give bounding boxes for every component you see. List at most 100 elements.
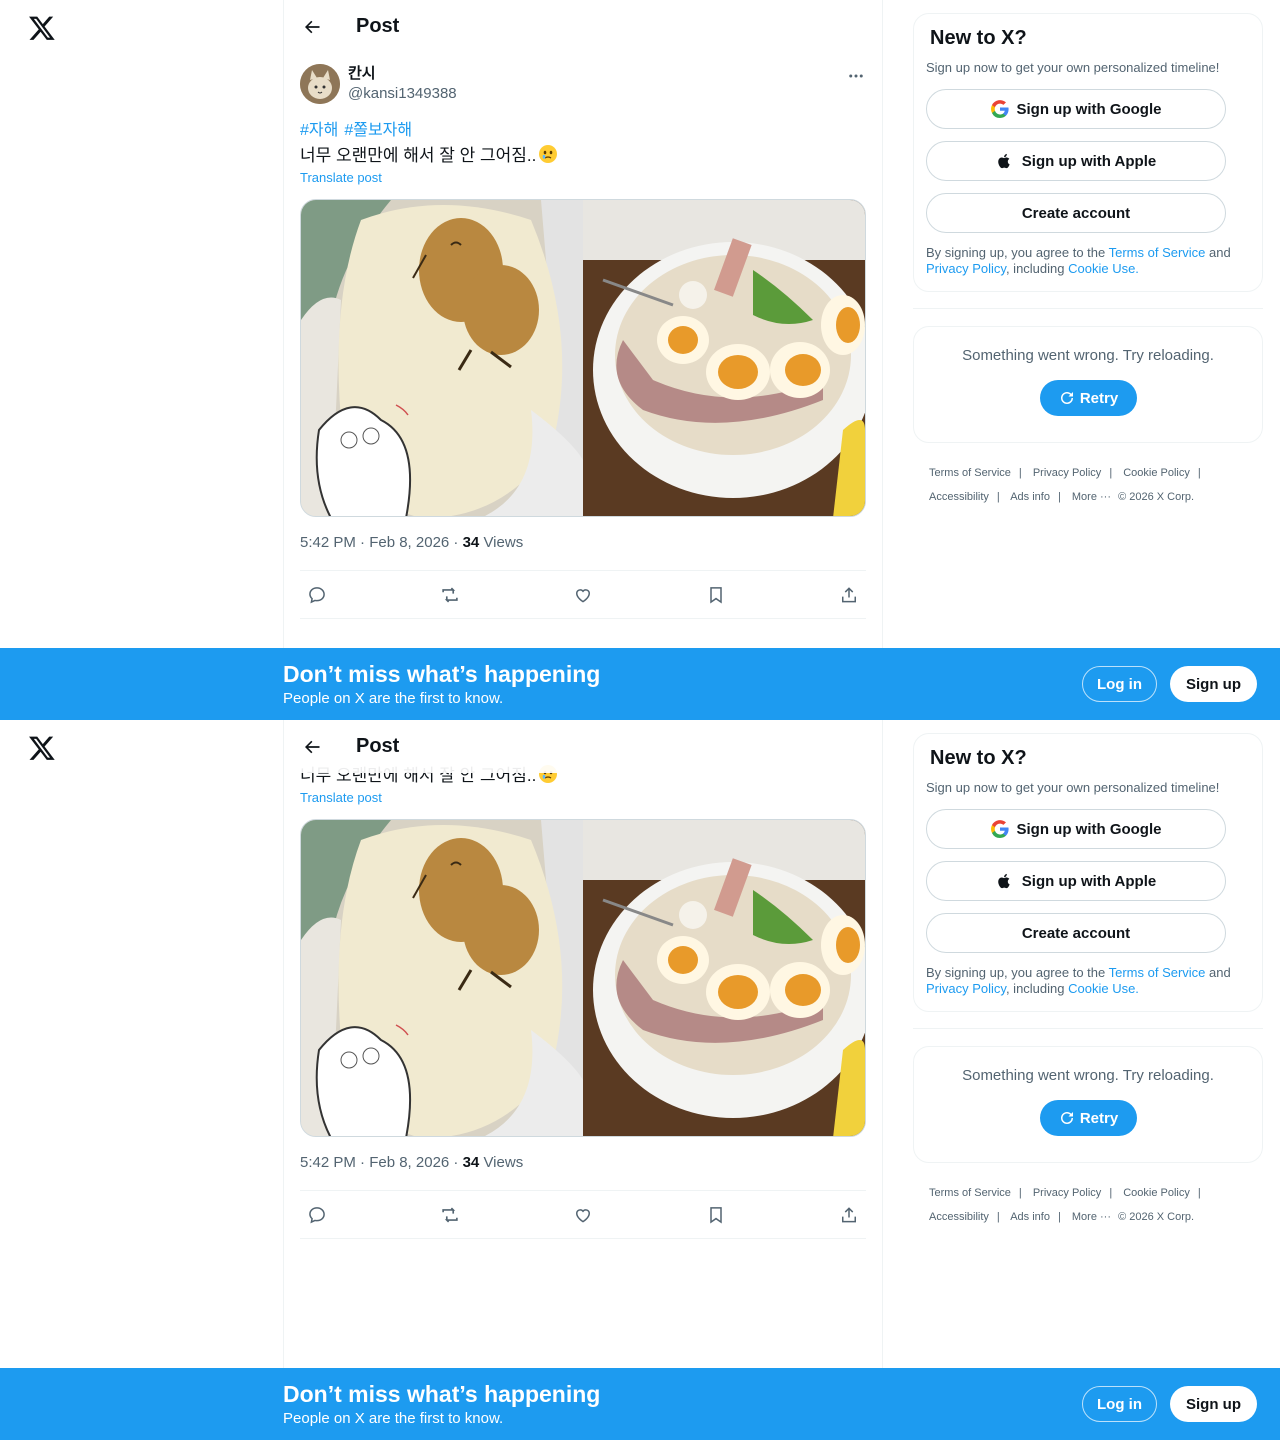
hashtag-link[interactable]: #쫄보자해 xyxy=(344,122,412,139)
post-timestamp[interactable]: 5:42 PM · Feb 8, 2026 · xyxy=(300,1154,463,1171)
banner-title: Don’t miss what’s happening xyxy=(283,1381,601,1407)
privacy-policy-link[interactable]: Privacy Policy xyxy=(926,981,1006,996)
post-timestamp[interactable]: 5:42 PM · Feb 8, 2026 · xyxy=(300,534,463,551)
author-handle[interactable]: @kansi1349388 xyxy=(348,84,457,104)
more-options-icon[interactable] xyxy=(842,64,870,88)
cookie-use-link[interactable]: Cookie Use. xyxy=(1068,261,1139,276)
post-photo-2[interactable] xyxy=(583,200,865,516)
like-icon[interactable] xyxy=(566,1198,600,1232)
avatar[interactable] xyxy=(300,64,340,104)
footer-accessibility-link[interactable]: Accessibility xyxy=(929,1211,989,1223)
google-signup-button[interactable]: Sign up with Google xyxy=(926,809,1226,849)
repost-icon[interactable] xyxy=(433,578,467,612)
footer-cookie-link[interactable]: Cookie Policy xyxy=(1123,1187,1190,1199)
footer-terms-link[interactable]: Terms of Service xyxy=(929,1187,1011,1199)
apple-signup-button[interactable]: Sign up with Apple xyxy=(926,141,1226,181)
divider xyxy=(913,308,1263,309)
views-count: 34 xyxy=(462,534,480,551)
error-card: Something went wrong. Try reloading. Ret… xyxy=(913,326,1263,443)
footer-privacy-link[interactable]: Privacy Policy xyxy=(1033,467,1101,479)
primary-column: Post 칸시 @kansi1349388 #자해 #쫄보자해 너무 오랜만에 … xyxy=(283,0,883,720)
footer-more-link[interactable]: More ··· xyxy=(1072,1211,1111,1223)
hashtag-link[interactable]: #자해 xyxy=(300,122,338,139)
like-icon[interactable] xyxy=(566,578,600,612)
post-meta: 5:42 PM · Feb 8, 2026 · 34 Views xyxy=(300,534,523,551)
bookmark-icon[interactable] xyxy=(699,578,733,612)
page-title: Post xyxy=(356,15,400,37)
bookmark-icon[interactable] xyxy=(699,1198,733,1232)
repost-icon[interactable] xyxy=(433,1198,467,1232)
post-media xyxy=(300,819,866,1137)
error-card: Something went wrong. Try reloading. Ret… xyxy=(913,1046,1263,1163)
terms-of-service-link[interactable]: Terms of Service xyxy=(1109,245,1206,260)
post-header: Post xyxy=(284,720,882,773)
refresh-icon xyxy=(1060,392,1073,404)
back-arrow-icon[interactable] xyxy=(294,729,330,765)
post-photo-2[interactable] xyxy=(583,820,865,1136)
divider xyxy=(300,1238,866,1239)
sidebar: New to X? Sign up now to get your own pe… xyxy=(913,733,1263,1229)
share-icon[interactable] xyxy=(832,1198,866,1232)
privacy-policy-link[interactable]: Privacy Policy xyxy=(926,261,1006,276)
legal-prefix: By signing up, you agree to the xyxy=(926,245,1109,260)
apple-icon xyxy=(996,152,1014,170)
translate-post-link[interactable]: Translate post xyxy=(300,790,382,805)
translate-post-link[interactable]: Translate post xyxy=(300,170,382,185)
footer-privacy-link[interactable]: Privacy Policy xyxy=(1033,1187,1101,1199)
signup-card: New to X? Sign up now to get your own pe… xyxy=(913,13,1263,292)
login-button[interactable]: Log in xyxy=(1082,666,1157,702)
signup-button[interactable]: Sign up xyxy=(1170,1386,1257,1422)
screen-frame-bottom: Post 너무 오랜만에 해서 잘 안 그어짐.. Translate post xyxy=(0,720,1280,1440)
views-count: 34 xyxy=(462,1154,480,1171)
signup-card: New to X? Sign up now to get your own pe… xyxy=(913,733,1263,1012)
post-photo-1[interactable] xyxy=(301,200,583,516)
create-account-button[interactable]: Create account xyxy=(926,913,1226,953)
retry-button[interactable]: Retry xyxy=(1039,1100,1137,1136)
footer-more-link[interactable]: More ··· xyxy=(1072,491,1111,503)
apple-signup-label: Sign up with Apple xyxy=(1021,152,1157,170)
legal-including: , including xyxy=(1005,981,1069,996)
google-signup-button[interactable]: Sign up with Google xyxy=(926,89,1226,129)
footer-accessibility-link[interactable]: Accessibility xyxy=(929,491,989,503)
cookie-use-link[interactable]: Cookie Use. xyxy=(1068,981,1139,996)
footer-copyright: © 2026 X Corp. xyxy=(1118,491,1195,503)
signup-subtitle: Sign up now to get your own personalized… xyxy=(926,780,1220,795)
post-media xyxy=(300,199,866,517)
post-hashtags: #자해 #쫄보자해 xyxy=(300,120,418,142)
signup-button[interactable]: Sign up xyxy=(1170,666,1257,702)
error-message: Something went wrong. Try reloading. xyxy=(962,347,1214,364)
back-arrow-icon[interactable] xyxy=(294,9,330,45)
refresh-icon xyxy=(1060,1112,1073,1124)
post-body: 너무 오랜만에 해서 잘 안 그어짐.. xyxy=(300,146,537,165)
reply-icon[interactable] xyxy=(300,1198,334,1232)
login-button[interactable]: Log in xyxy=(1082,1386,1157,1422)
signup-title: New to X? xyxy=(930,27,1027,49)
footer-terms-link[interactable]: Terms of Service xyxy=(929,467,1011,479)
apple-signup-button[interactable]: Sign up with Apple xyxy=(926,861,1226,901)
footer-ads-link[interactable]: Ads info xyxy=(1010,1211,1050,1223)
x-logo-icon[interactable] xyxy=(28,14,56,42)
banner-subtitle: People on X are the first to know. xyxy=(283,690,504,707)
footer-cookie-link[interactable]: Cookie Policy xyxy=(1123,467,1190,479)
retry-label: Retry xyxy=(1079,1109,1119,1127)
screen-frame-top: Post 칸시 @kansi1349388 #자해 #쫄보자해 너무 오랜만에 … xyxy=(0,0,1280,720)
terms-of-service-link[interactable]: Terms of Service xyxy=(1109,965,1206,980)
divider xyxy=(300,618,866,619)
retry-button[interactable]: Retry xyxy=(1039,380,1137,416)
footer-links: Terms of Service | Privacy Policy | Cookie… xyxy=(929,1187,1201,1223)
signup-legal-text: By signing up, you agree to the Terms of… xyxy=(926,965,1250,997)
reply-icon[interactable] xyxy=(300,578,334,612)
divider xyxy=(300,570,866,571)
create-account-button[interactable]: Create account xyxy=(926,193,1226,233)
footer-ads-link[interactable]: Ads info xyxy=(1010,491,1050,503)
retry-label: Retry xyxy=(1079,389,1119,407)
apple-icon xyxy=(996,872,1014,890)
post-meta: 5:42 PM · Feb 8, 2026 · 34 Views xyxy=(300,1154,523,1171)
post-photo-1[interactable] xyxy=(301,820,583,1136)
x-logo-icon[interactable] xyxy=(28,734,56,762)
views-label: Views xyxy=(479,1154,524,1171)
signup-legal-text: By signing up, you agree to the Terms of… xyxy=(926,245,1250,277)
author-display-name[interactable]: 칸시 xyxy=(348,64,457,84)
share-icon[interactable] xyxy=(832,578,866,612)
post-text: 너무 오랜만에 해서 잘 안 그어짐.. xyxy=(300,144,558,168)
